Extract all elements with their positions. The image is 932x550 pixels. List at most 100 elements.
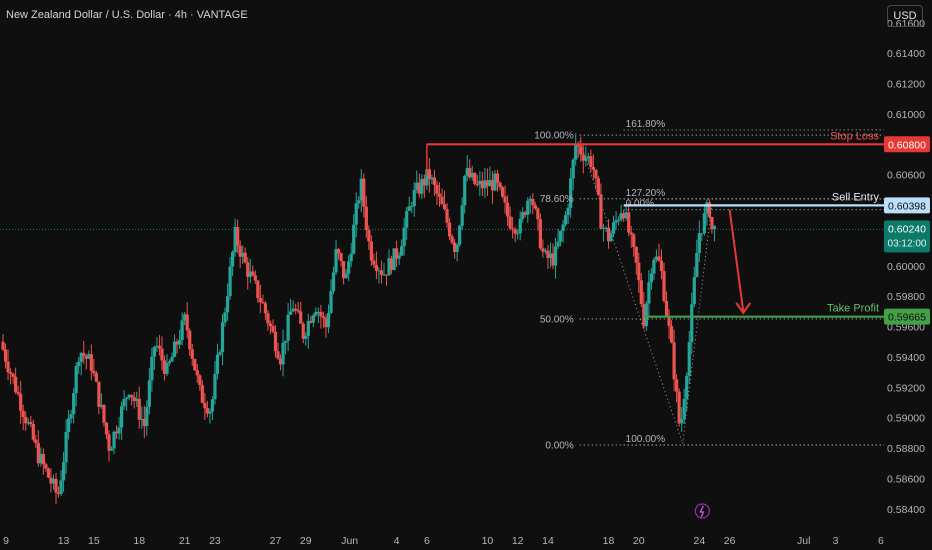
candle-body (538, 219, 542, 249)
candle-body (117, 427, 121, 434)
candle-body (326, 312, 331, 328)
candle-body (627, 212, 631, 233)
candle (299, 301, 303, 324)
candle (334, 239, 338, 276)
candle-body (372, 260, 376, 265)
candle (526, 197, 530, 223)
candle-body (167, 361, 172, 364)
level-label-stop-loss: Stop Loss (830, 130, 879, 142)
candle-body (697, 233, 701, 253)
candle-body (213, 373, 217, 400)
candle-body (374, 264, 379, 271)
candle-body (644, 303, 648, 327)
candle (41, 448, 45, 475)
candle-body (72, 393, 76, 415)
candle-body (561, 224, 565, 231)
x-axis-tick: 6 (424, 535, 430, 547)
price-chart[interactable]: 100.00%78.60%50.00%0.00%161.80%127.20%0.… (0, 0, 932, 550)
candle-body (609, 233, 613, 242)
candle-body (107, 434, 111, 451)
candle-body (594, 169, 598, 179)
candle (306, 313, 310, 349)
candle-body (336, 249, 341, 254)
candle-body (157, 345, 162, 349)
candle-body (29, 422, 33, 425)
candle-body (193, 358, 197, 371)
candle-body (440, 196, 444, 205)
candle (165, 354, 169, 377)
lightning-icon (694, 503, 711, 519)
candle-body (304, 335, 308, 339)
candle-body (145, 406, 149, 427)
candle-body (8, 372, 13, 374)
candle-body (306, 320, 310, 336)
candle-body (685, 375, 689, 399)
candle-body (225, 296, 230, 313)
candle-body (331, 272, 336, 292)
candle (420, 174, 424, 200)
candle-body (165, 363, 169, 374)
candle (311, 313, 315, 328)
candle-body (160, 348, 164, 361)
fib-retracement-label: 100.00% (534, 131, 574, 142)
candle (286, 303, 290, 352)
candle-body (268, 323, 273, 327)
candle-body (564, 215, 568, 225)
candle (97, 381, 101, 415)
candle-body (503, 196, 507, 203)
y-axis-tick: 0.59000 (887, 413, 925, 425)
candle-body (357, 200, 361, 204)
candle (14, 367, 18, 395)
candle-body (677, 391, 681, 424)
candle-body (11, 373, 15, 377)
candle-body (97, 381, 101, 407)
candle-body (289, 311, 293, 315)
candle-body (263, 303, 268, 314)
candle-body (556, 241, 560, 247)
x-axis-tick: 18 (133, 535, 145, 547)
candle-body (632, 234, 636, 247)
candle-body (647, 282, 651, 304)
candle (271, 319, 275, 334)
candle (172, 334, 177, 358)
candle-body (712, 225, 717, 230)
x-axis-tick: 26 (724, 535, 736, 547)
candle-body (579, 146, 583, 155)
x-axis-tick: 12 (512, 535, 524, 547)
candle (89, 344, 93, 381)
candle-body (687, 342, 691, 376)
candle-body (258, 298, 262, 302)
candle-body (210, 399, 215, 412)
candle-body (178, 340, 182, 345)
candle-body (611, 222, 616, 234)
candle-body (59, 480, 63, 495)
candle-body (311, 315, 315, 323)
candle-body (220, 322, 225, 353)
currency-selector[interactable]: USD (887, 5, 923, 27)
candle-body (369, 241, 373, 261)
x-axis-tick: Jun (341, 535, 358, 547)
candle-body (344, 273, 348, 279)
current-price-label: 0.60240 (888, 223, 926, 235)
fib-retracement-label: 78.60% (540, 194, 574, 205)
level-label-sell-entry: Sell Entry (832, 191, 880, 203)
candle-body (215, 354, 220, 374)
candle-body (516, 233, 520, 235)
candle-body (329, 291, 333, 313)
candle-body (531, 198, 535, 206)
candle (455, 243, 459, 262)
candle-body (74, 366, 78, 394)
candle (107, 430, 111, 462)
candle-body (82, 352, 86, 356)
candle-body (616, 219, 621, 221)
candle-body (61, 462, 66, 481)
candle-body (120, 406, 124, 428)
candle-body (321, 316, 326, 318)
candle-body (266, 313, 270, 324)
candle-body (281, 342, 285, 365)
candle-body (460, 205, 464, 226)
candle (54, 472, 58, 504)
candle-body (19, 393, 23, 411)
x-axis-tick: 24 (693, 535, 705, 547)
candle-body (458, 225, 462, 245)
